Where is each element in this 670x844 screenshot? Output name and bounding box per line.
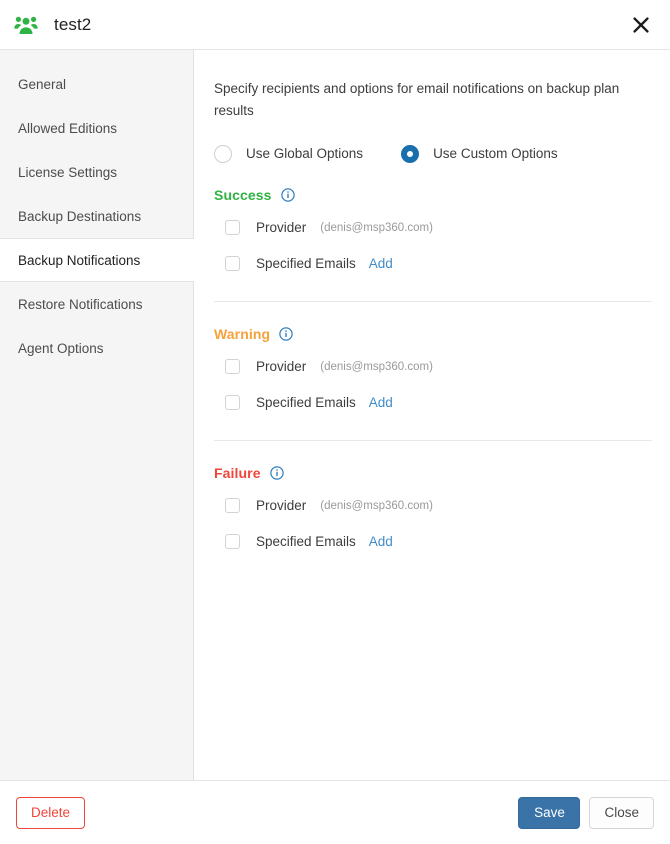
add-email-link[interactable]: Add (369, 395, 393, 410)
provider-email: (denis@msp360.com) (320, 221, 433, 234)
sidebar-item-label: Allowed Editions (18, 120, 118, 136)
radio-label: Use Custom Options (433, 146, 558, 162)
section-title: Warning (214, 325, 271, 342)
sidebar-item-license-settings[interactable]: License Settings (0, 150, 193, 194)
specified-emails-checkbox[interactable] (225, 395, 240, 411)
notification-section-failure: Failure Provider (denis@msp360.com) Spec… (214, 465, 652, 557)
sidebar-item-label: Backup Notifications (18, 252, 141, 268)
specified-emails-checkbox[interactable] (225, 256, 240, 272)
sidebar-item-label: Agent Options (18, 340, 104, 356)
sidebar-item-allowed-editions[interactable]: Allowed Editions (0, 106, 193, 150)
notification-section-warning: Warning Provider (denis@msp360.com) Spec… (214, 326, 652, 418)
sidebar-item-restore-notifications[interactable]: Restore Notifications (0, 282, 193, 326)
section-header: Warning (214, 326, 652, 342)
save-button[interactable]: Save (518, 796, 581, 829)
dialog-header: test2 (0, 0, 670, 50)
option-row-specified-emails: Specified Emails Add (214, 527, 652, 557)
sidebar-item-general[interactable]: General (0, 62, 193, 106)
info-circle-icon[interactable] (269, 465, 284, 480)
option-label: Provider (256, 220, 307, 236)
sidebar-item-label: Backup Destinations (18, 208, 142, 224)
provider-checkbox[interactable] (225, 359, 240, 375)
provider-email: (denis@msp360.com) (320, 499, 433, 512)
content-pane: Specify recipients and options for email… (194, 50, 670, 780)
radio-label: Use Global Options (246, 146, 364, 162)
option-label: Specified Emails (256, 395, 356, 411)
radio-option-use-custom-options[interactable]: Use Custom Options (401, 144, 558, 163)
provider-checkbox[interactable] (225, 220, 240, 236)
provider-checkbox[interactable] (225, 498, 240, 514)
radio-option-use-global-options[interactable]: Use Global Options (214, 144, 364, 163)
section-divider (214, 439, 652, 441)
sidebar-item-label: Restore Notifications (18, 296, 143, 312)
sidebar-item-agent-options[interactable]: Agent Options (0, 326, 193, 370)
add-email-link[interactable]: Add (369, 256, 393, 271)
section-title: Success (214, 186, 272, 203)
section-title: Failure (214, 464, 261, 481)
settings-dialog: test2 General Allowed Editions License S… (0, 0, 670, 844)
option-row-specified-emails: Specified Emails Add (214, 388, 652, 418)
notification-section-success: Success Provider (denis@msp360.com) Spec… (214, 187, 652, 279)
section-header: Success (214, 187, 652, 203)
sidebar-item-backup-destinations[interactable]: Backup Destinations (0, 194, 193, 238)
sidebar: General Allowed Editions License Setting… (0, 50, 194, 780)
panel-description: Specify recipients and options for email… (214, 81, 620, 119)
option-label: Specified Emails (256, 534, 356, 550)
close-x-icon[interactable] (628, 12, 654, 38)
users-group-icon (14, 13, 38, 37)
sidebar-item-backup-notifications[interactable]: Backup Notifications (0, 238, 194, 282)
dialog-footer: Delete Save Close (0, 780, 670, 844)
option-row-specified-emails: Specified Emails Add (214, 249, 652, 279)
radio-indicator[interactable] (401, 144, 420, 163)
add-email-link[interactable]: Add (369, 534, 393, 549)
option-label: Specified Emails (256, 256, 356, 272)
sidebar-item-label: License Settings (18, 164, 118, 180)
option-row-provider: Provider (denis@msp360.com) (214, 352, 652, 382)
option-row-provider: Provider (denis@msp360.com) (214, 491, 652, 521)
option-label: Provider (256, 498, 307, 514)
info-circle-icon[interactable] (280, 187, 295, 202)
dialog-body: General Allowed Editions License Setting… (0, 50, 670, 780)
info-circle-icon[interactable] (279, 326, 293, 341)
delete-button[interactable]: Delete (16, 796, 86, 829)
option-label: Provider (256, 359, 307, 375)
option-row-provider: Provider (denis@msp360.com) (214, 213, 652, 243)
radio-indicator[interactable] (214, 144, 232, 163)
sidebar-item-label: General (18, 76, 67, 92)
close-button[interactable]: Close (589, 796, 654, 829)
options-mode-radio-group: Use Global Options Use Custom Options (214, 144, 652, 163)
provider-email: (denis@msp360.com) (320, 360, 433, 373)
page-title: test2 (54, 14, 92, 34)
specified-emails-checkbox[interactable] (225, 534, 240, 550)
section-header: Failure (214, 465, 652, 481)
section-divider (214, 300, 652, 302)
